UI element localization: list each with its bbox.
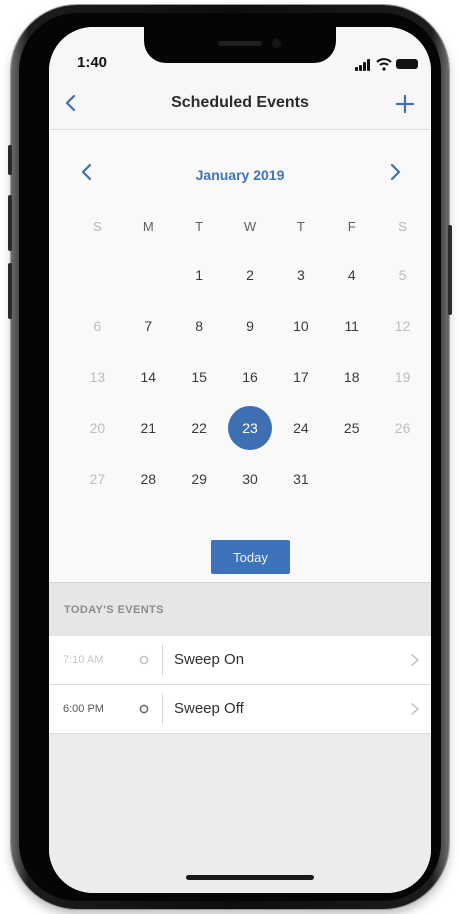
add-event-plus-icon[interactable] xyxy=(394,93,416,115)
signal-icon xyxy=(355,59,373,71)
home-indicator[interactable] xyxy=(186,875,314,880)
screen: 1:40 Scheduled Events January 2019 S M T… xyxy=(49,27,431,893)
event-name: Sweep Off xyxy=(174,700,244,717)
event-status-circle-icon xyxy=(139,655,149,665)
events-section: TODAY'S EVENTS 7:10 AM Sweep On 6:00 PM xyxy=(49,582,431,893)
status-time: 1:40 xyxy=(77,54,108,71)
calendar-day-empty xyxy=(326,467,377,518)
row-divider xyxy=(162,693,163,725)
events-header-label: TODAY'S EVENTS xyxy=(64,604,164,616)
event-name: Sweep On xyxy=(174,651,245,668)
event-row[interactable]: 6:00 PM Sweep Off xyxy=(49,685,431,734)
calendar-week-row: 27 28 29 30 31 xyxy=(72,467,428,518)
speaker-grille xyxy=(218,41,262,46)
calendar-grid: S M T W T F S 1 2 3 4 5 6 7 8 9 10 11 12… xyxy=(72,214,428,518)
chevron-right-icon xyxy=(411,654,419,666)
battery-icon xyxy=(396,59,418,69)
event-time: 6:00 PM xyxy=(63,703,104,715)
page-title: Scheduled Events xyxy=(171,94,309,111)
event-time: 7:10 AM xyxy=(63,654,104,666)
calendar-day[interactable]: 29 xyxy=(174,467,225,518)
phone-frame: 1:40 Scheduled Events January 2019 S M T… xyxy=(8,5,452,909)
month-label: January 2019 xyxy=(195,167,285,183)
calendar-day[interactable]: 28 xyxy=(123,467,174,518)
wifi-icon xyxy=(376,58,392,71)
today-button[interactable]: Today xyxy=(211,540,290,574)
power-button xyxy=(448,225,452,315)
front-camera xyxy=(272,39,281,48)
silent-switch xyxy=(8,145,12,175)
volume-up-button xyxy=(8,195,12,251)
calendar-day-empty xyxy=(377,467,428,518)
row-divider xyxy=(162,644,163,676)
notch xyxy=(144,27,336,63)
nav-bar: Scheduled Events xyxy=(49,77,431,130)
next-month-chevron-icon[interactable] xyxy=(385,162,405,182)
events-section-header: TODAY'S EVENTS xyxy=(49,582,431,637)
calendar-day[interactable]: 27 xyxy=(72,467,123,518)
event-row[interactable]: 7:10 AM Sweep On xyxy=(49,636,431,685)
event-status-circle-icon xyxy=(139,704,149,714)
calendar: January 2019 S M T W T F S 1 2 3 4 5 6 7… xyxy=(49,130,431,582)
calendar-day[interactable]: 30 xyxy=(225,467,276,518)
chevron-right-icon xyxy=(411,703,419,715)
calendar-day[interactable]: 31 xyxy=(275,467,326,518)
volume-down-button xyxy=(8,263,12,319)
